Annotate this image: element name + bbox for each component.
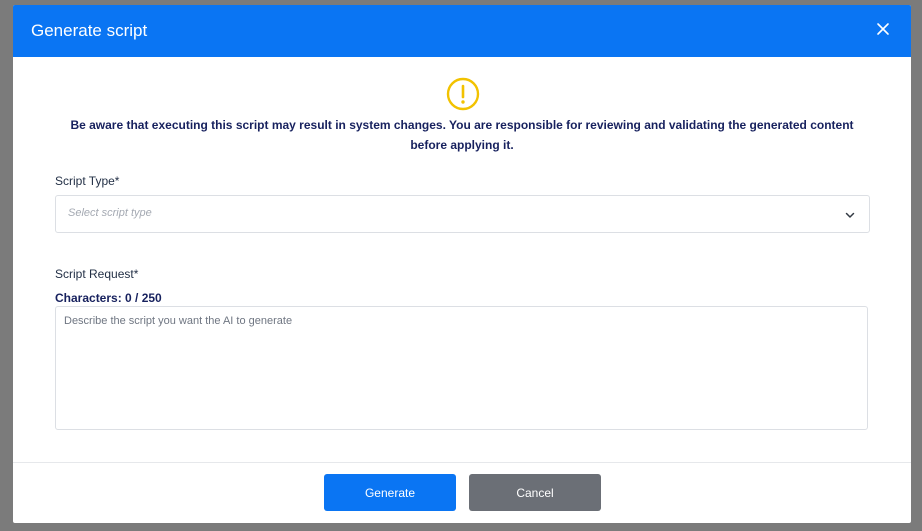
character-counter: Characters: 0 / 250 [55, 291, 162, 305]
script-type-label: Script Type* [55, 174, 120, 188]
dialog-title: Generate script [31, 21, 148, 40]
script-type-select[interactable]: Select script type [55, 195, 870, 233]
dialog-header: Generate script [13, 5, 911, 57]
footer-divider [13, 462, 911, 463]
cancel-button[interactable]: Cancel [469, 474, 601, 511]
script-request-label: Script Request* [55, 267, 139, 281]
generate-script-dialog: Generate script Be aware that executing … [13, 5, 911, 523]
exclamation-circle-icon [446, 77, 480, 111]
close-icon[interactable] [873, 19, 893, 39]
script-type-placeholder: Select script type [68, 207, 152, 219]
script-request-textarea[interactable] [55, 306, 868, 430]
chevron-down-icon [844, 208, 856, 220]
generate-button[interactable]: Generate [324, 474, 456, 511]
warning-message: Be aware that executing this script may … [70, 118, 854, 152]
